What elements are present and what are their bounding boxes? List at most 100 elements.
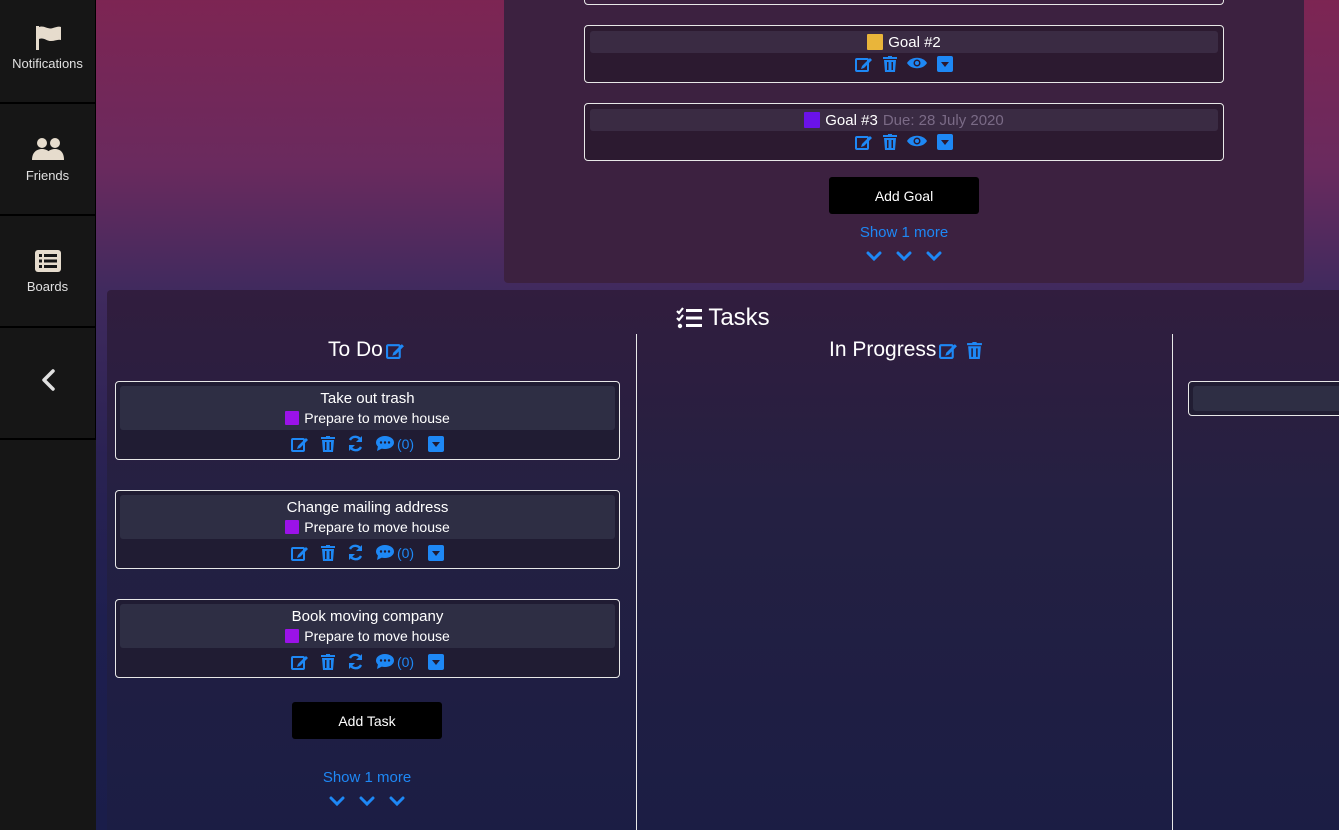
collapse-sidebar-button[interactable]: [0, 328, 96, 440]
column-title: In Progress: [829, 338, 937, 361]
sidebar-item-boards[interactable]: Boards: [0, 216, 96, 328]
task-actions: (0): [116, 435, 619, 452]
chevron-down-icon: [896, 251, 912, 261]
chevron-down-icon: [389, 796, 405, 806]
sidebar-item-friends[interactable]: Friends: [0, 104, 96, 216]
users-icon: [31, 137, 64, 160]
edit-icon[interactable]: [855, 134, 873, 150]
chevron-down-icon: [359, 796, 375, 806]
task-card-body: Change mailing address Prepare to move h…: [120, 495, 615, 539]
goal-title: Goal #2: [888, 33, 941, 51]
edit-icon[interactable]: [290, 545, 309, 561]
eye-icon[interactable]: [907, 56, 927, 70]
goals-panel: Goal #2 Goal #3 Due: 28 July 2020 Add Go…: [504, 0, 1304, 283]
goal-card-partial: [584, 0, 1224, 5]
column-title: To Do: [328, 338, 383, 361]
chevron-down-icon: [866, 251, 882, 261]
comments-button[interactable]: (0): [375, 653, 415, 670]
dropdown-icon[interactable]: [428, 544, 445, 561]
comment-count: (0): [396, 544, 415, 561]
refresh-icon[interactable]: [347, 544, 364, 561]
goal-due-date: Due: 28 July 2020: [882, 111, 1004, 129]
column-divider: [1172, 334, 1173, 830]
edit-icon[interactable]: [385, 342, 405, 359]
chevron-left-icon: [41, 369, 55, 391]
edit-icon[interactable]: [939, 342, 958, 359]
comment-count: (0): [396, 653, 415, 670]
task-card-partial[interactable]: [1188, 381, 1339, 416]
task-goal: Prepare to move house: [120, 519, 615, 535]
comment-icon: [375, 545, 394, 560]
add-task-button[interactable]: Add Task: [292, 702, 442, 739]
goal-color-swatch: [285, 411, 300, 425]
column-divider: [636, 334, 637, 830]
goal-title: Goal #3: [825, 111, 878, 129]
flag-icon: [35, 25, 61, 50]
task-card-body: Take out trash Prepare to move house: [120, 386, 615, 430]
sidebar-item-notifications[interactable]: Notifications: [0, 0, 96, 104]
task-goal-name: Prepare to move house: [304, 410, 450, 426]
sidebar: Notifications Friends Boards: [0, 0, 96, 830]
task-actions: (0): [116, 653, 619, 670]
dropdown-icon[interactable]: [937, 56, 953, 72]
dropdown-icon[interactable]: [937, 134, 953, 150]
task-card-body: [1193, 386, 1339, 411]
goal-color-swatch: [285, 629, 300, 643]
goal-title-bar: Goal #2: [590, 31, 1218, 53]
chevron-down-icon: [926, 251, 942, 261]
column-title-todo: To Do: [328, 338, 405, 362]
trash-icon[interactable]: [320, 435, 335, 452]
goal-color-swatch: [804, 112, 821, 128]
trash-icon[interactable]: [967, 341, 983, 359]
tasks-panel: Tasks To Do In Progress Take out trash P…: [107, 290, 1339, 830]
task-card-body: Book moving company Prepare to move hous…: [120, 604, 615, 648]
add-goal-button[interactable]: Add Goal: [829, 177, 979, 214]
task-actions: (0): [116, 544, 619, 561]
goal-color-swatch: [285, 520, 300, 534]
goal-actions: [585, 134, 1223, 150]
trash-icon[interactable]: [320, 544, 335, 561]
tasks-icon: [676, 307, 703, 329]
comments-button[interactable]: (0): [375, 436, 414, 452]
sidebar-item-label: Friends: [25, 167, 70, 183]
expand-goals-chevrons[interactable]: [866, 251, 942, 261]
eye-icon[interactable]: [907, 134, 927, 148]
show-more-tasks-link[interactable]: Show 1 more: [267, 769, 467, 786]
goal-title-bar: Goal #3 Due: 28 July 2020: [590, 109, 1218, 131]
comment-icon: [375, 654, 394, 669]
dropdown-icon[interactable]: [428, 653, 445, 670]
trash-icon[interactable]: [320, 653, 335, 670]
sidebar-item-label: Notifications: [12, 55, 83, 71]
edit-icon[interactable]: [290, 654, 309, 670]
task-title: Book moving company: [291, 608, 444, 625]
task-goal-name: Prepare to move house: [304, 519, 450, 535]
tasks-header: Tasks: [107, 304, 1339, 332]
comment-icon: [375, 436, 394, 451]
goal-card: Goal #3 Due: 28 July 2020: [584, 103, 1224, 161]
task-goal: Prepare to move house: [120, 410, 615, 426]
expand-tasks-chevrons[interactable]: [329, 796, 405, 806]
dropdown-icon[interactable]: [428, 435, 445, 452]
goal-actions: [585, 56, 1223, 72]
sidebar-item-label: Boards: [26, 278, 69, 294]
trash-icon[interactable]: [883, 134, 897, 150]
task-card[interactable]: Take out trash Prepare to move house (0): [115, 381, 620, 460]
task-card[interactable]: Book moving company Prepare to move hous…: [115, 599, 620, 678]
task-title: Change mailing address: [286, 499, 449, 516]
trash-icon[interactable]: [883, 56, 897, 72]
task-card[interactable]: Change mailing address Prepare to move h…: [115, 490, 620, 569]
list-icon: [34, 249, 61, 272]
comments-button[interactable]: (0): [375, 544, 415, 561]
show-more-goals-link[interactable]: Show 1 more: [804, 224, 1004, 241]
task-goal-name: Prepare to move house: [304, 628, 450, 644]
goal-color-swatch: [867, 34, 884, 50]
refresh-icon[interactable]: [347, 653, 364, 670]
goal-card: Goal #2: [584, 25, 1224, 83]
task-goal: Prepare to move house: [120, 628, 615, 644]
task-title: Take out trash: [320, 390, 415, 407]
edit-icon[interactable]: [855, 56, 873, 72]
chevron-down-icon: [329, 796, 345, 806]
tasks-title: Tasks: [708, 304, 770, 331]
refresh-icon[interactable]: [347, 435, 364, 452]
edit-icon[interactable]: [290, 436, 309, 452]
